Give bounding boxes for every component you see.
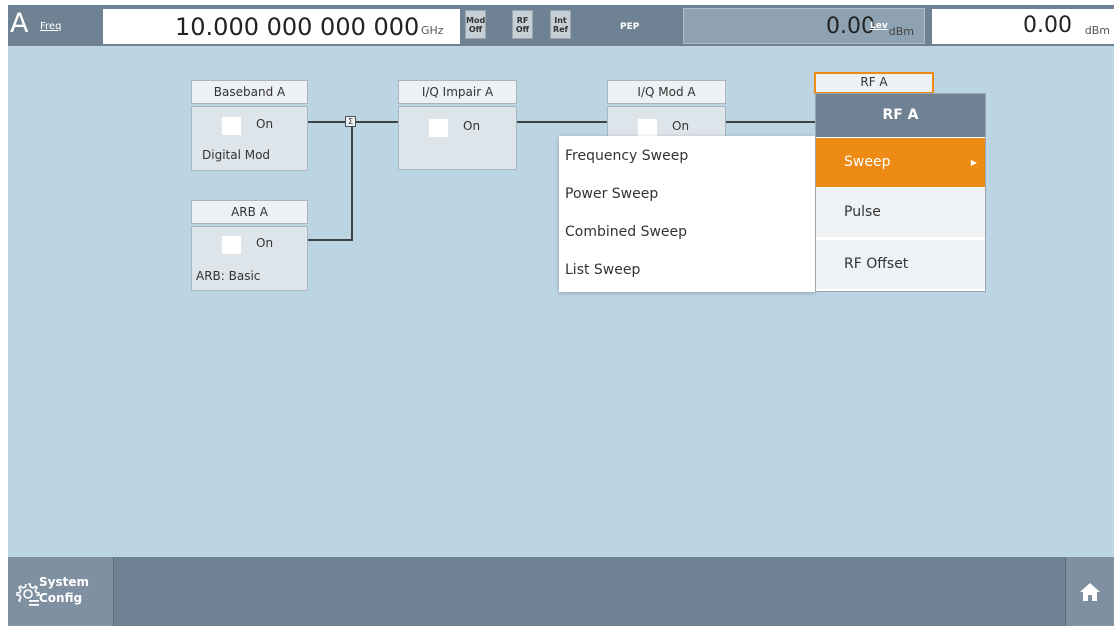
pulse-menu-label: Pulse [844,204,881,220]
frequency-field[interactable]: 10.000 000 000 000 GHz [103,9,460,44]
iq-mod-a-title-button[interactable]: I/Q Mod A [607,80,726,104]
frequency-unit: GHz [421,24,444,37]
wire-arb-to-sum [308,239,353,241]
level-unit: dBm [1084,24,1110,37]
int-ref-button[interactable]: Int Ref [550,10,571,39]
baseband-a-on-label: On [256,117,274,131]
system-config-button[interactable]: System Config [8,557,114,626]
level-value: 0.00 [1023,13,1072,38]
pep-unit: dBm [888,25,914,38]
system-config-line1: System [39,575,89,589]
wire-sum-to-iq-impair [356,121,398,123]
iq-impair-a-checkbox[interactable] [429,119,448,137]
int-ref-button-top: Int [554,15,567,25]
int-ref-button-bottom: Ref [552,24,569,34]
top-status-bar: A Freq 10.000 000 000 000 GHz Mod Off RF… [8,5,1114,46]
pep-value: 0.00 [826,14,875,39]
baseband-a-checkbox[interactable] [222,117,241,135]
baseband-a-block[interactable]: On Digital Mod [191,106,308,171]
mod-off-button[interactable]: Mod Off [465,10,486,39]
arb-a-block[interactable]: On ARB: Basic [191,226,308,291]
iq-impair-a-title-button[interactable]: I/Q Impair A [398,80,517,104]
iq-impair-a-on-label: On [463,119,481,133]
combined-sweep-item[interactable]: Combined Sweep [565,224,687,240]
iq-mod-a-on-label: On [672,119,690,133]
power-sweep-item[interactable]: Power Sweep [565,186,658,202]
rf-a-context-menu: RF A Sweep ▶ Pulse RF Offset [815,93,986,292]
sweep-menu-item[interactable]: Sweep ▶ [816,137,985,187]
wire-baseband-to-sum [308,121,345,123]
channel-indicator: A [10,8,29,39]
frequency-value: 10.000 000 000 000 [175,13,420,41]
sweep-menu-label: Sweep [844,154,891,170]
arb-a-mode: ARB: Basic [196,269,261,283]
rf-offset-menu-label: RF Offset [844,256,909,272]
pep-display: 0.00 dBm [683,8,925,44]
home-button[interactable] [1065,557,1114,626]
pulse-menu-item[interactable]: Pulse [816,187,985,237]
app-window: A Freq 10.000 000 000 000 GHz Mod Off RF… [8,5,1114,626]
arb-a-on-label: On [256,236,274,250]
iq-impair-a-block[interactable]: On [398,106,517,170]
wire-sum-vertical [351,127,353,241]
wire-impair-to-mod [517,121,607,123]
pep-label: PEP [620,22,640,32]
submenu-arrow-icon: ▶ [970,158,977,167]
rf-off-button[interactable]: RF Off [512,10,533,39]
mod-off-button-bottom: Off [468,24,483,34]
frequency-sweep-item[interactable]: Frequency Sweep [565,148,688,164]
freq-label[interactable]: Freq [40,21,61,32]
sum-node: Σ [345,116,356,127]
arb-a-title-button[interactable]: ARB A [191,200,308,224]
iq-mod-a-checkbox[interactable] [638,119,657,137]
rf-a-menu-title: RF A [816,94,985,137]
baseband-a-title-button[interactable]: Baseband A [191,80,308,104]
wire-mod-to-rf [726,121,815,123]
list-sweep-item[interactable]: List Sweep [565,262,640,278]
arb-a-checkbox[interactable] [222,236,241,254]
level-field[interactable]: 0.00 dBm [932,9,1114,44]
rf-offset-menu-item[interactable]: RF Offset [816,239,985,289]
rf-off-button-top: RF [516,15,529,25]
home-icon [1080,583,1100,601]
baseband-a-mode: Digital Mod [202,148,271,162]
rf-a-title-button[interactable]: RF A [814,72,934,94]
lev-label[interactable]: Lev [870,21,888,31]
system-config-line2: Config [39,591,83,605]
sweep-submenu: Frequency Sweep Power Sweep Combined Swe… [559,136,815,292]
mod-off-button-top: Mod [466,15,486,25]
rf-off-button-bottom: Off [515,24,530,34]
bottom-bar: System Config [8,557,1114,626]
system-config-label: System Config [39,574,89,606]
